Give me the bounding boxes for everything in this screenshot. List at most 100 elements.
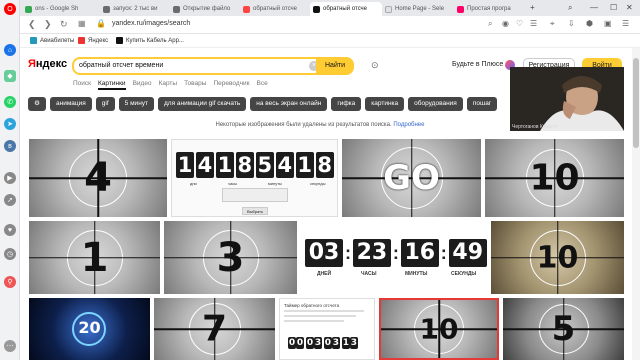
chip[interactable]: 5 минут bbox=[118, 97, 155, 111]
caption: часы bbox=[228, 181, 238, 186]
chip[interactable]: для анимации gif скачать bbox=[158, 97, 247, 111]
home-icon[interactable]: ⌂ bbox=[4, 44, 16, 56]
tab-5-active[interactable]: обратный отсче bbox=[310, 2, 382, 16]
tab-2[interactable]: запуск: 2 тыс ви bbox=[100, 2, 170, 16]
notice-more-link[interactable]: Подробнее bbox=[393, 122, 424, 128]
extensions-icon[interactable]: ⬢ bbox=[586, 19, 593, 28]
tab-search-icon[interactable]: ⌕ bbox=[568, 3, 572, 13]
messenger-icon[interactable]: ◆ bbox=[4, 70, 16, 82]
flip-digit: 1 bbox=[295, 152, 314, 178]
caption: дни bbox=[190, 181, 197, 186]
bookmark-icon[interactable]: ☰ bbox=[530, 19, 537, 28]
countdown-number: 5 bbox=[551, 309, 576, 349]
chip[interactable]: анимация bbox=[50, 97, 92, 111]
menu-icon[interactable]: ☰ bbox=[622, 19, 629, 28]
more-icon[interactable]: ⋯ bbox=[4, 340, 16, 352]
yandex-icon bbox=[243, 5, 250, 13]
flip-digit: 4 bbox=[195, 152, 214, 178]
image-icon bbox=[313, 5, 320, 13]
scrollbar-thumb[interactable] bbox=[633, 58, 639, 148]
image-result[interactable]: Таймер обратного отсчета 00 03 03 13 bbox=[279, 298, 375, 360]
snapshot-icon[interactable]: ⌖ bbox=[550, 19, 555, 29]
chip[interactable]: оборудования bbox=[408, 97, 463, 111]
chip[interactable]: пошаг bbox=[466, 97, 498, 111]
flip-clock: 1 4 1 8 5 4 1 8 bbox=[176, 152, 334, 178]
opera-logo-icon[interactable]: O bbox=[4, 3, 16, 15]
forward-icon[interactable]: ❯ bbox=[44, 19, 52, 30]
caption: СЕКУНДЫ bbox=[451, 271, 477, 277]
tab-3[interactable]: Открытие файло bbox=[170, 2, 240, 16]
wallet-icon[interactable]: ▣ bbox=[604, 19, 612, 28]
search-tabs: Поиск Картинки Видео Карты Товары Перево… bbox=[73, 80, 268, 90]
bookmark-label: Авиабилеты bbox=[40, 37, 75, 44]
history-icon[interactable]: ◷ bbox=[4, 248, 16, 260]
image-result[interactable]: 7 bbox=[154, 298, 275, 360]
pin-icon[interactable]: ⚲ bbox=[4, 276, 16, 288]
plane-icon bbox=[30, 37, 37, 44]
tab-images[interactable]: Картинки bbox=[98, 80, 126, 90]
search-input[interactable]: обратный отсчет времени bbox=[79, 62, 163, 69]
tab-label: обратный отсче bbox=[323, 6, 367, 12]
chip[interactable]: картинка bbox=[365, 97, 405, 111]
image-result[interactable]: 1 4 1 8 5 4 1 8 дни часы минуты секунды … bbox=[171, 139, 338, 217]
chip[interactable]: гифка bbox=[331, 97, 362, 111]
image-result-hovered[interactable]: 10 bbox=[379, 298, 499, 360]
image-result[interactable]: 10 bbox=[485, 139, 624, 217]
image-result[interactable]: 20 bbox=[29, 298, 150, 360]
heart-icon[interactable]: ♥ bbox=[4, 224, 16, 236]
image-result[interactable]: 1 bbox=[29, 221, 160, 294]
filter-settings-icon[interactable]: ⚙ bbox=[28, 97, 46, 111]
tab-all[interactable]: Все bbox=[257, 80, 268, 90]
tab-4[interactable]: обратный отсче bbox=[240, 2, 310, 16]
page-icon bbox=[385, 5, 392, 13]
image-result[interactable]: 10 bbox=[491, 221, 624, 294]
tab-search[interactable]: Поиск bbox=[73, 80, 91, 90]
send-icon[interactable]: ➚ bbox=[4, 194, 16, 206]
tab-video[interactable]: Видео bbox=[133, 80, 152, 90]
plus-promo[interactable]: Будьте в Плюсе bbox=[452, 61, 503, 68]
back-icon[interactable]: ❮ bbox=[28, 19, 36, 30]
vk-icon[interactable]: в bbox=[4, 140, 16, 152]
whatsapp-icon[interactable]: ✆ bbox=[4, 96, 16, 108]
new-tab-icon[interactable]: + bbox=[530, 3, 535, 12]
minimize-icon[interactable]: — bbox=[590, 3, 598, 12]
url-field[interactable]: yandex.ru/images/search bbox=[112, 20, 190, 27]
flip-digit: 3 bbox=[313, 337, 322, 349]
scrollbar[interactable] bbox=[632, 48, 640, 360]
bookmark-item[interactable]: Купить Кабель App... bbox=[116, 37, 184, 44]
bookmarks-bar: Авиабилеты Яндекс Купить Кабель App... bbox=[20, 34, 640, 48]
sheets-icon bbox=[25, 5, 32, 13]
chip[interactable]: на весь экран онлайн bbox=[250, 97, 328, 111]
camera-icon[interactable]: ◉ bbox=[502, 19, 509, 28]
image-result[interactable]: 5 bbox=[503, 298, 624, 360]
image-result[interactable]: 3 bbox=[164, 221, 297, 294]
search-button[interactable]: Найти bbox=[316, 57, 354, 75]
tab-6[interactable]: Home Page - Sele bbox=[382, 2, 454, 16]
chip[interactable]: gif bbox=[95, 97, 115, 111]
player-icon[interactable]: ▶ bbox=[4, 172, 16, 184]
image-result[interactable]: GO bbox=[342, 139, 481, 217]
tab-1[interactable]: ons - Google Sh bbox=[22, 2, 100, 16]
search-icon[interactable]: ⌕ bbox=[488, 19, 492, 29]
caption: секунды bbox=[310, 181, 326, 186]
countdown-number: 10 bbox=[536, 240, 579, 275]
flip-digit: 0 bbox=[305, 337, 314, 349]
maximize-icon[interactable]: ☐ bbox=[610, 3, 617, 12]
heart-icon[interactable]: ♡ bbox=[516, 19, 523, 28]
bookmark-item[interactable]: Авиабилеты bbox=[30, 37, 74, 44]
yandex-logo[interactable]: Яндекс bbox=[28, 58, 67, 70]
close-icon[interactable]: ✕ bbox=[626, 3, 633, 12]
reload-icon[interactable]: ↻ bbox=[60, 19, 68, 30]
grid-icon[interactable]: ▦ bbox=[78, 19, 86, 28]
download-icon[interactable]: ⇩ bbox=[568, 19, 575, 28]
image-result[interactable]: 4 bbox=[29, 139, 167, 217]
timer-digits: 00 03 03 13 bbox=[288, 337, 358, 349]
image-search-camera-icon[interactable]: ⊙ bbox=[371, 60, 379, 71]
tab-7[interactable]: Простая програ bbox=[454, 2, 526, 16]
bookmark-item[interactable]: Яндекс bbox=[78, 37, 108, 44]
tab-translator[interactable]: Переводчик bbox=[213, 80, 249, 90]
tab-goods[interactable]: Товары bbox=[184, 80, 206, 90]
image-result[interactable]: 03 : 23 : 16 : 49 ДНЕЙ ЧАСЫ МИНУТЫ СЕКУН… bbox=[301, 221, 487, 294]
countdown-number: 10 bbox=[529, 157, 580, 199]
tab-maps[interactable]: Карты bbox=[159, 80, 178, 90]
